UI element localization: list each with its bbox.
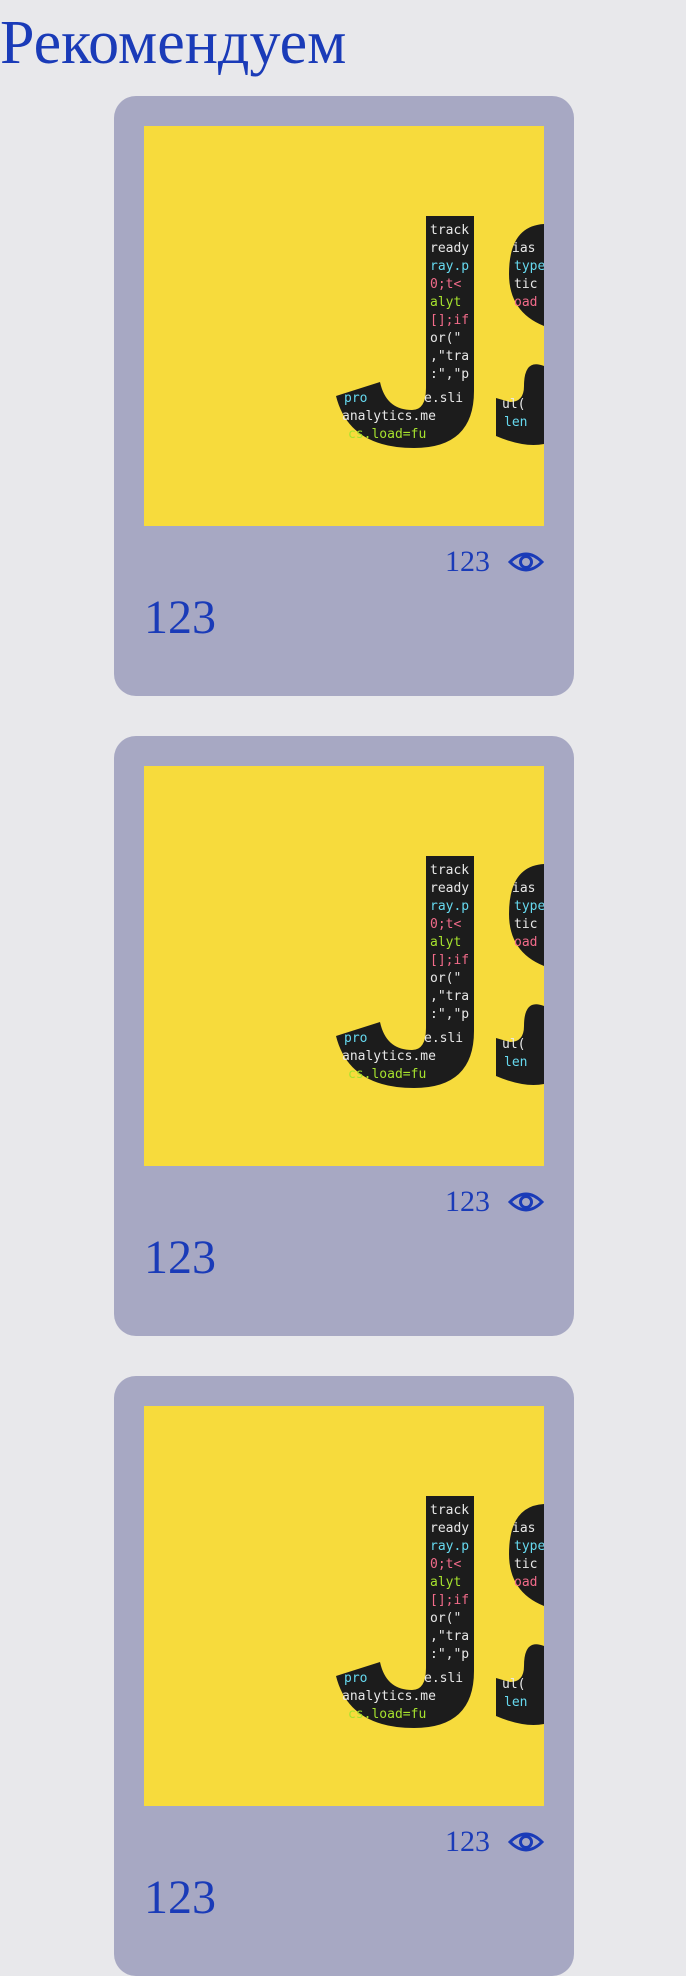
svg-text:track: track	[430, 223, 469, 238]
svg-text:ready: ready	[430, 881, 469, 896]
svg-text:track: track	[430, 1503, 469, 1518]
article-thumbnail[interactable]: track ready ray.p 0;t< alyt [];if or(" ,…	[144, 1406, 544, 1806]
svg-text:[];if: [];if	[430, 953, 469, 968]
svg-text:len: len	[504, 1055, 527, 1070]
svg-text:ray.p: ray.p	[430, 899, 469, 914]
svg-text:len: len	[504, 415, 527, 430]
article-thumbnail[interactable]: track ready ray.p 0;t< alyt [];if or(" ,…	[144, 766, 544, 1166]
card-title[interactable]: 123	[144, 590, 216, 646]
svg-text:[];if: [];if	[430, 313, 469, 328]
svg-text:tic: tic	[514, 277, 537, 292]
views-counter: 123	[445, 544, 544, 580]
svg-text:type: type	[514, 1539, 544, 1554]
eye-icon	[508, 1830, 544, 1854]
svg-text:[];if: [];if	[430, 1593, 469, 1608]
svg-text:e.sli: e.sli	[424, 1671, 463, 1686]
svg-text:e.sli: e.sli	[424, 391, 463, 406]
svg-text:type: type	[514, 899, 544, 914]
views-counter: 123	[445, 1184, 544, 1220]
svg-text:0;t<: 0;t<	[430, 917, 461, 932]
svg-text:ready: ready	[430, 1521, 469, 1536]
eye-icon	[508, 1190, 544, 1214]
svg-text:,"tra: ,"tra	[430, 349, 469, 364]
svg-text:ul(: ul(	[502, 1677, 525, 1692]
svg-text:or(": or("	[430, 971, 461, 986]
svg-text:track: track	[430, 863, 469, 878]
svg-text::","p: :","p	[430, 1007, 469, 1022]
js-logo-image: track ready ray.p 0;t< alyt [];if or(" ,…	[144, 766, 544, 1166]
svg-text:or(": or("	[430, 1611, 461, 1626]
svg-text:cs.load=fu: cs.load=fu	[348, 427, 426, 442]
svg-text:ray.p: ray.p	[430, 259, 469, 274]
js-logo-image: track ready ray.p 0;t< alyt [];if or(" ,…	[144, 126, 544, 526]
svg-text:tic: tic	[514, 1557, 537, 1572]
svg-text:oad: oad	[514, 295, 537, 310]
views-counter: 123	[445, 1824, 544, 1860]
svg-text:ias: ias	[512, 241, 535, 256]
svg-text:,"tra: ,"tra	[430, 1629, 469, 1644]
js-logo-image: track ready ray.p 0;t< alyt [];if or(" ,…	[144, 1406, 544, 1806]
svg-text:e.sli: e.sli	[424, 1031, 463, 1046]
svg-text:alyt: alyt	[430, 935, 461, 950]
svg-text:,"tra: ,"tra	[430, 989, 469, 1004]
article-card[interactable]: track ready ray.p 0;t< alyt [];if or(" ,…	[114, 96, 574, 696]
views-count: 123	[445, 1825, 490, 1858]
svg-text:analytics.me: analytics.me	[342, 1689, 436, 1704]
svg-text:ray.p: ray.p	[430, 1539, 469, 1554]
svg-text:oad: oad	[514, 1575, 537, 1590]
svg-text:tic: tic	[514, 917, 537, 932]
svg-text:ul(: ul(	[502, 1037, 525, 1052]
svg-text:analytics.me: analytics.me	[342, 1049, 436, 1064]
card-title[interactable]: 123	[144, 1870, 216, 1926]
svg-text:len: len	[504, 1695, 527, 1710]
svg-text:ias: ias	[512, 1521, 535, 1536]
svg-text:pro: pro	[344, 1671, 367, 1686]
svg-text:alyt: alyt	[430, 295, 461, 310]
svg-text:ul(: ul(	[502, 397, 525, 412]
svg-text::","p: :","p	[430, 367, 469, 382]
svg-text:0;t<: 0;t<	[430, 1557, 461, 1572]
svg-text:cs.load=fu: cs.load=fu	[348, 1067, 426, 1082]
svg-text:or(": or("	[430, 331, 461, 346]
svg-text:type: type	[514, 259, 544, 274]
article-card[interactable]: track ready ray.p 0;t< alyt [];if or(" ,…	[114, 736, 574, 1336]
svg-text:pro: pro	[344, 391, 367, 406]
card-title[interactable]: 123	[144, 1230, 216, 1286]
eye-icon	[508, 550, 544, 574]
views-count: 123	[445, 545, 490, 578]
svg-text:ready: ready	[430, 241, 469, 256]
svg-text:cs.load=fu: cs.load=fu	[348, 1707, 426, 1722]
views-count: 123	[445, 1185, 490, 1218]
svg-text:alyt: alyt	[430, 1575, 461, 1590]
article-card[interactable]: track ready ray.p 0;t< alyt [];if or(" ,…	[114, 1376, 574, 1976]
svg-text:analytics.me: analytics.me	[342, 409, 436, 424]
recommended-page: Рекомендуем track ready ray.p 0;t< alyt …	[0, 0, 686, 1976]
svg-text::","p: :","p	[430, 1647, 469, 1662]
svg-text:0;t<: 0;t<	[430, 277, 461, 292]
article-thumbnail[interactable]: track ready ray.p 0;t< alyt [];if or(" ,…	[144, 126, 544, 526]
svg-text:ias: ias	[512, 881, 535, 896]
svg-text:oad: oad	[514, 935, 537, 950]
section-title: Рекомендуем	[0, 9, 347, 77]
svg-text:pro: pro	[344, 1031, 367, 1046]
